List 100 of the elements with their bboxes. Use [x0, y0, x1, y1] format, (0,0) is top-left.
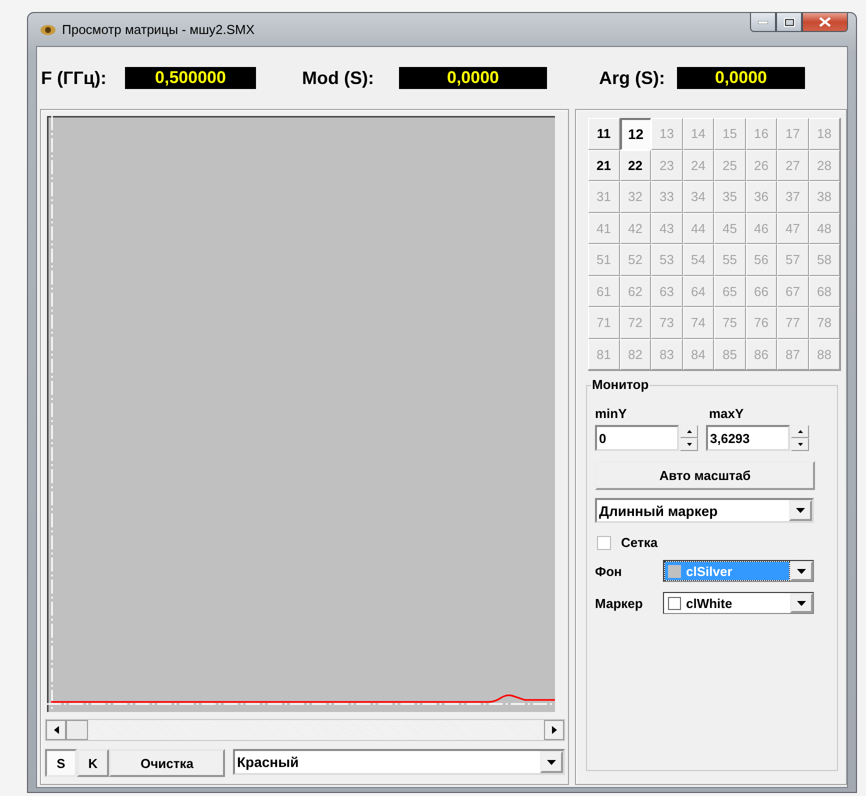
auto-scale-button[interactable]: Авто масштаб — [595, 461, 815, 490]
spin-input-field[interactable]: 0 — [595, 425, 679, 451]
matrix-cell-button[interactable]: 42 — [620, 212, 651, 244]
scroll-thumb[interactable] — [66, 720, 88, 740]
matrix-cell-button[interactable]: 41 — [588, 212, 620, 244]
matrix-cell-button[interactable]: 14 — [682, 118, 714, 150]
checkbox-label: Сетка — [621, 535, 658, 550]
minimize-button[interactable] — [750, 13, 776, 32]
matrix-cell-button[interactable]: 33 — [651, 181, 682, 212]
matrix-cell-button[interactable]: 62 — [620, 276, 651, 307]
matrix-cell-button[interactable]: 88 — [808, 338, 840, 370]
spin-input-field[interactable]: 3,6293 — [706, 425, 790, 451]
matrix-cell-button[interactable]: 21 — [588, 150, 620, 181]
matrix-cell-button[interactable]: 26 — [746, 150, 777, 181]
group-title: Монитор — [591, 377, 650, 392]
matrix-cell-button[interactable]: 76 — [746, 307, 777, 338]
matrix-cell-button[interactable]: 18 — [808, 118, 840, 150]
matrix-cell-button[interactable]: 27 — [777, 150, 808, 181]
matrix-cell-button[interactable]: 45 — [714, 212, 746, 244]
matrix-cell-button[interactable]: 34 — [682, 181, 714, 212]
matrix-cell-button[interactable]: 37 — [777, 181, 808, 212]
marker-style-dropdown[interactable]: Длинный маркер — [595, 498, 814, 523]
mode-button[interactable]: K — [77, 749, 109, 777]
matrix-cell-button[interactable]: 71 — [588, 307, 620, 338]
matrix-cell-button[interactable]: 77 — [777, 307, 808, 338]
readout-value: 0,0000 — [399, 67, 547, 89]
matrix-cell-button[interactable]: 38 — [808, 181, 840, 212]
matrix-cell-button[interactable]: 17 — [777, 118, 808, 150]
matrix-cell-button[interactable]: 47 — [777, 212, 808, 244]
matrix-cell-button[interactable]: 28 — [808, 150, 840, 181]
scroll-left-icon — [54, 726, 58, 734]
matrix-cell-button[interactable]: 56 — [746, 244, 777, 276]
readout-label: F (ГГц): — [41, 68, 108, 88]
matrix-cell-button[interactable]: 31 — [588, 181, 620, 212]
matrix-cell-button[interactable]: 87 — [777, 338, 808, 370]
mode-button[interactable]: S — [45, 749, 77, 777]
matrix-cell-button[interactable]: 46 — [746, 212, 777, 244]
matrix-cell-button[interactable]: 58 — [808, 244, 840, 276]
matrix-cell-button[interactable]: 52 — [620, 244, 651, 276]
matrix-cell-button[interactable]: 11 — [588, 118, 620, 150]
dropdown-arrow-icon — [547, 760, 556, 764]
matrix-cell-button[interactable]: 48 — [808, 212, 840, 244]
matrix-cell-button[interactable]: 75 — [714, 307, 746, 338]
color-dropdown[interactable]: clSilver — [663, 560, 814, 582]
color-dropdown[interactable]: clWhite — [663, 592, 814, 614]
matrix-cell-button[interactable]: 64 — [682, 276, 714, 307]
spin-buttons[interactable] — [680, 425, 698, 451]
matrix-cell-button[interactable]: 23 — [651, 150, 682, 181]
readout-label: Mod (S): — [302, 68, 375, 88]
matrix-cell-button[interactable]: 83 — [651, 338, 682, 370]
matrix-cell-button[interactable]: 24 — [682, 150, 714, 181]
up-arrow-icon — [686, 430, 692, 433]
matrix-cell-button[interactable]: 57 — [777, 244, 808, 276]
matrix-cell-button[interactable]: 54 — [682, 244, 714, 276]
matrix-cell-button[interactable]: 22 — [620, 150, 651, 181]
matrix-cell-button[interactable]: 35 — [714, 181, 746, 212]
down-arrow-icon — [798, 443, 802, 446]
grid-checkbox[interactable] — [597, 536, 611, 550]
up-arrow-icon — [798, 430, 802, 433]
matrix-cell-button[interactable]: 61 — [588, 276, 620, 307]
field-label: Фон — [595, 564, 623, 578]
matrix-cell-button[interactable]: 12 — [620, 118, 651, 150]
clear-button[interactable]: Очистка — [109, 749, 225, 777]
maximize-icon — [784, 18, 794, 26]
field-label: Маркер — [595, 596, 644, 610]
matrix-cell-button[interactable]: 44 — [682, 212, 714, 244]
close-button[interactable] — [802, 13, 848, 32]
matrix-cell-button[interactable]: 43 — [651, 212, 682, 244]
matrix-cell-button[interactable]: 51 — [588, 244, 620, 276]
matrix-cell-button[interactable]: 81 — [588, 338, 620, 370]
matrix-cell-button[interactable]: 25 — [714, 150, 746, 181]
trace-color-dropdown[interactable]: Красный — [233, 749, 565, 775]
matrix-cell-button[interactable]: 55 — [714, 244, 746, 276]
window-title: Просмотр матрицы - мшу2.SMX — [62, 22, 255, 37]
matrix-cell-button[interactable]: 66 — [746, 276, 777, 307]
matrix-cell-button[interactable]: 63 — [651, 276, 682, 307]
matrix-cell-button[interactable]: 13 — [651, 118, 682, 150]
matrix-cell-button[interactable]: 32 — [620, 181, 651, 212]
dropdown-arrow-icon — [797, 600, 806, 606]
matrix-cell-button[interactable]: 73 — [651, 307, 682, 338]
matrix-cell-button[interactable]: 15 — [714, 118, 746, 150]
matrix-cell-button[interactable]: 67 — [777, 276, 808, 307]
matrix-cell-button[interactable]: 36 — [746, 181, 777, 212]
matrix-cell-button[interactable]: 86 — [746, 338, 777, 370]
horizontal-scrollbar[interactable] — [45, 719, 565, 741]
matrix-cell-button[interactable]: 65 — [714, 276, 746, 307]
scroll-right-icon — [552, 726, 556, 734]
spin-buttons[interactable] — [791, 425, 809, 451]
matrix-cell-button[interactable]: 16 — [746, 118, 777, 150]
matrix-cell-button[interactable]: 68 — [808, 276, 840, 307]
matrix-cell-button[interactable]: 53 — [651, 244, 682, 276]
matrix-cell-button[interactable]: 84 — [682, 338, 714, 370]
matrix-cell-button[interactable]: 82 — [620, 338, 651, 370]
matrix-cell-button[interactable]: 78 — [808, 307, 840, 338]
maximize-button[interactable] — [776, 13, 802, 32]
matrix-cell-button[interactable]: 74 — [682, 307, 714, 338]
field-label: minY — [595, 406, 628, 421]
matrix-cell-button[interactable]: 85 — [714, 338, 746, 370]
dropdown-arrow-icon — [796, 508, 805, 513]
matrix-cell-button[interactable]: 72 — [620, 307, 651, 338]
